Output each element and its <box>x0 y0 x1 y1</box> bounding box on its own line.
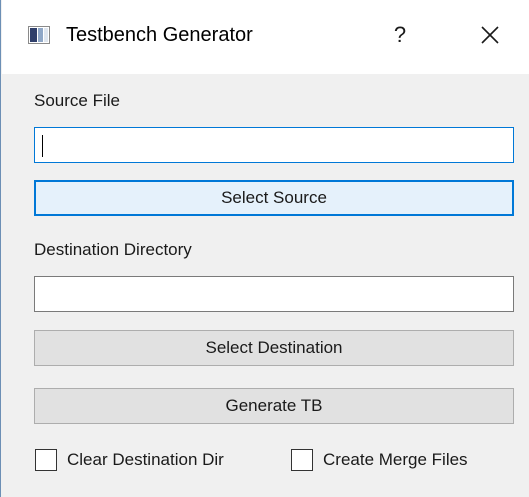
source-file-input[interactable] <box>34 127 514 163</box>
select-destination-button[interactable]: Select Destination <box>34 330 514 366</box>
app-icon <box>28 26 50 44</box>
select-source-button[interactable]: Select Source <box>34 180 514 216</box>
create-merge-files-checkbox[interactable] <box>291 449 313 471</box>
source-file-label: Source File <box>34 91 120 110</box>
help-button[interactable]: ? <box>380 18 420 52</box>
text-caret <box>42 135 43 157</box>
clear-destination-label: Clear Destination Dir <box>67 450 224 469</box>
destination-directory-label: Destination Directory <box>34 240 192 259</box>
destination-directory-input[interactable] <box>34 276 514 312</box>
dialog-body: Source File Select Source Destination Di… <box>2 74 529 497</box>
generate-tb-button[interactable]: Generate TB <box>34 388 514 424</box>
create-merge-files-option[interactable]: Create Merge Files <box>291 449 468 471</box>
clear-destination-checkbox[interactable] <box>35 449 57 471</box>
clear-destination-option[interactable]: Clear Destination Dir <box>35 449 224 471</box>
create-merge-files-label: Create Merge Files <box>323 450 468 469</box>
dialog-window: Testbench Generator ? Source File Select… <box>0 0 529 497</box>
close-button[interactable] <box>470 18 510 52</box>
window-title: Testbench Generator <box>66 24 253 46</box>
title-bar[interactable]: Testbench Generator ? <box>2 0 529 74</box>
close-icon <box>481 26 499 44</box>
